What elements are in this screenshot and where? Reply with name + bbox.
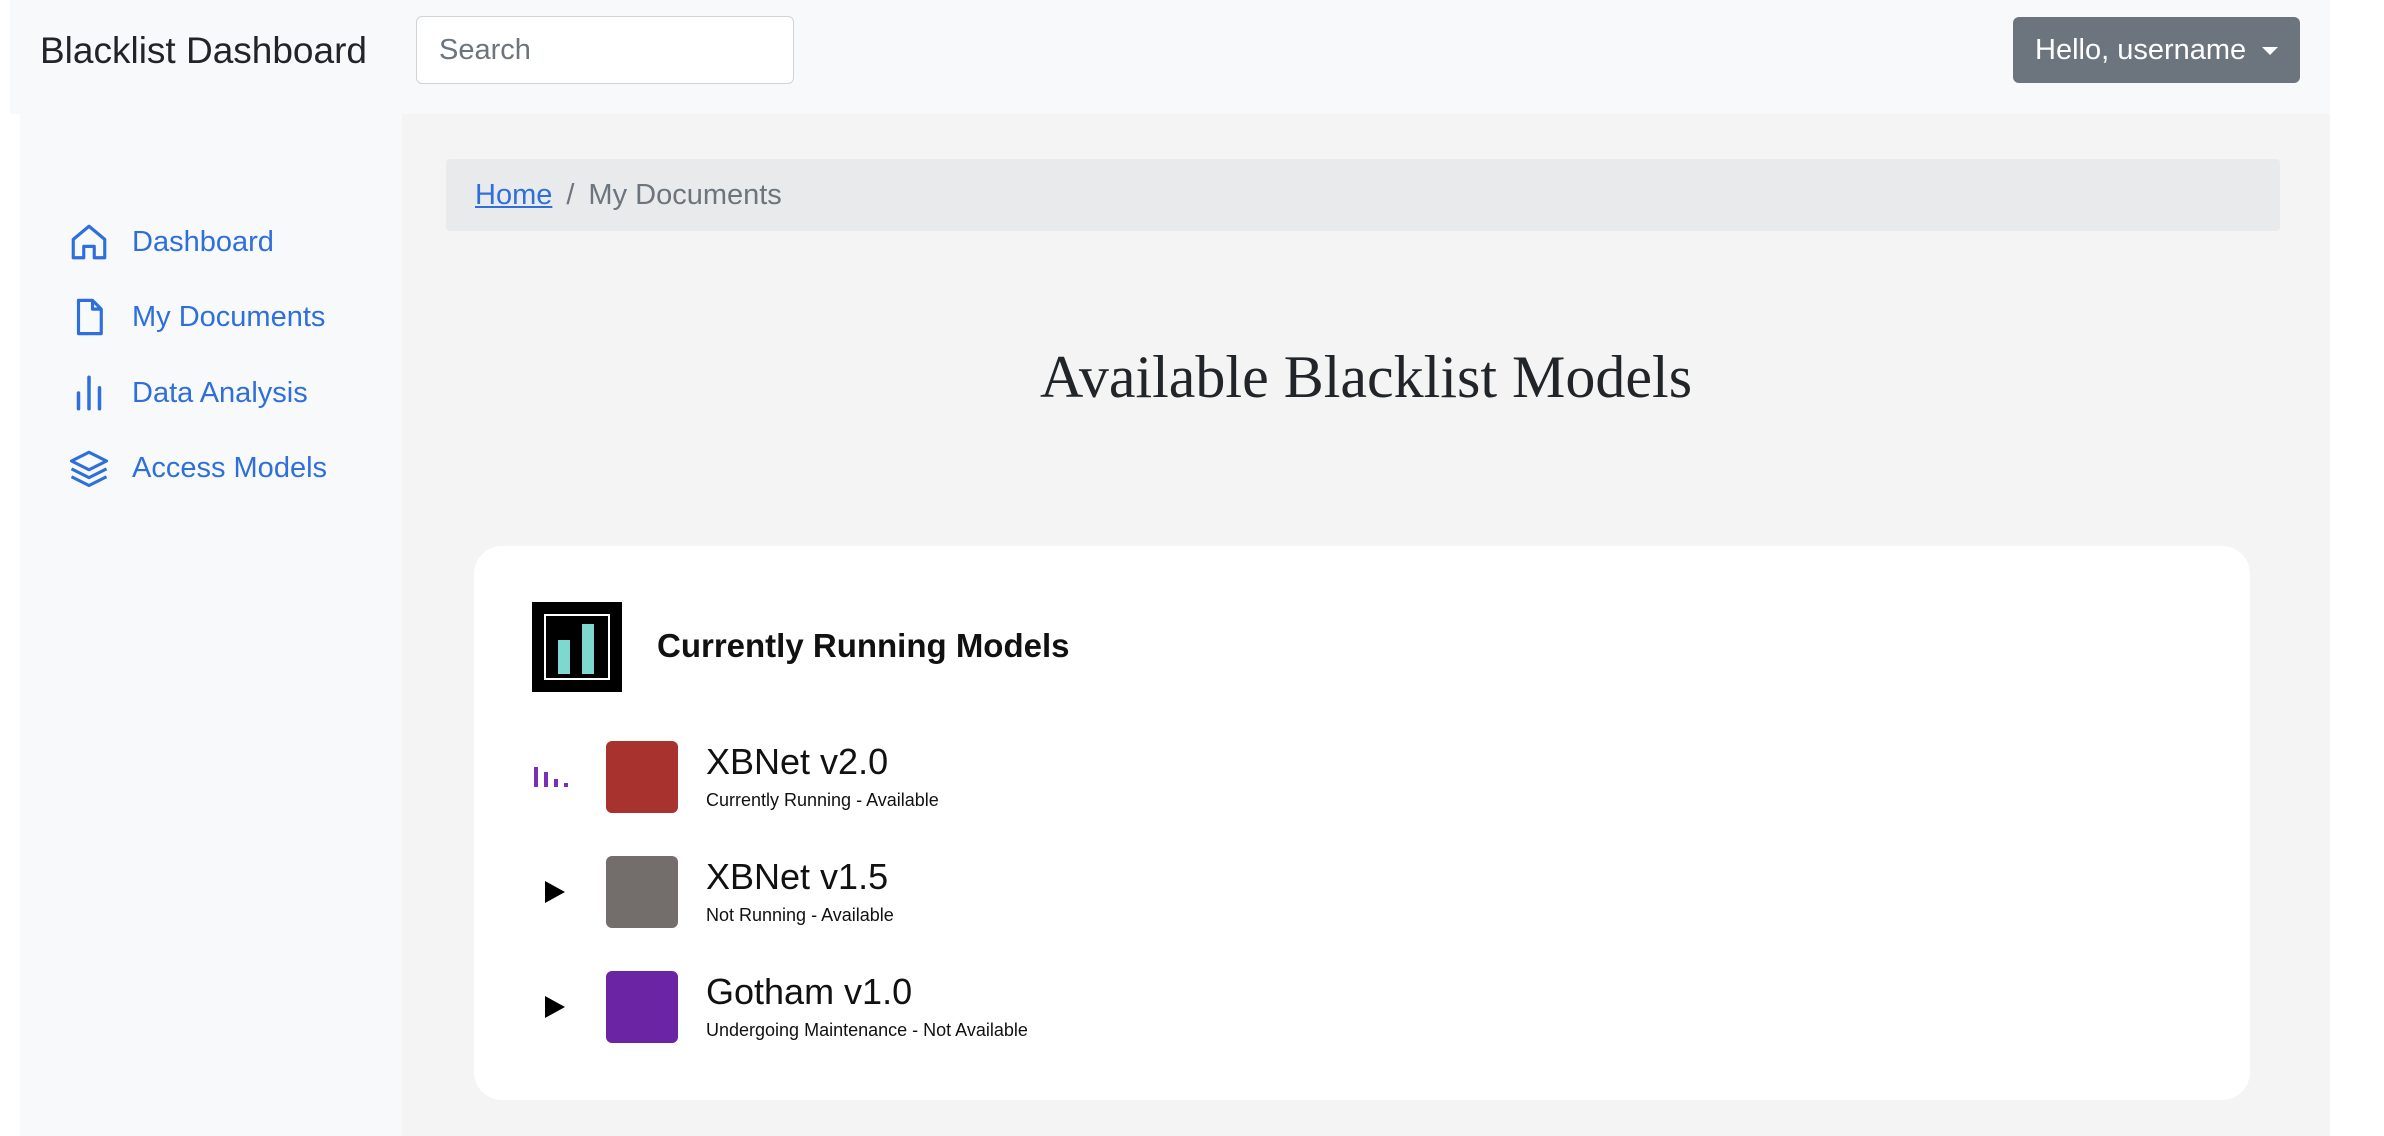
breadcrumb-separator: / [566,179,575,211]
user-menu-button[interactable]: Hello, username [2013,17,2300,83]
sidebar-item-label: Access Models [132,451,328,484]
running-bars-icon[interactable] [532,755,576,799]
breadcrumb-home-link[interactable]: Home [475,179,552,211]
card-title: Currently Running Models [657,627,1070,664]
file-icon [76,298,103,336]
sidebar-item-my-documents[interactable]: My Documents [68,292,325,342]
sidebar-item-label: Dashboard [132,225,274,258]
model-name: XBNet v1.5 [706,856,889,897]
breadcrumb-current: My Documents [588,179,782,211]
house-icon [71,224,107,260]
model-color-swatch [606,971,678,1043]
model-status: Undergoing Maintenance - Not Available [706,1020,1028,1040]
sidebar-item-label: My Documents [132,300,326,333]
search-input[interactable] [416,16,794,84]
running-models-card: Currently Running Models XBNet v2.0 Curr… [474,546,2250,1100]
model-color-swatch [606,741,678,813]
page-title: Available Blacklist Models [1039,344,1693,410]
play-icon[interactable] [532,985,576,1029]
model-status: Currently Running - Available [706,790,939,810]
sidebar: Dashboard My Documents Data Analysis Acc… [20,114,402,1136]
model-status: Not Running - Available [706,905,894,925]
model-name: Gotham v1.0 [706,971,913,1012]
bar-chart-logo-icon [532,602,622,692]
play-icon[interactable] [532,870,576,914]
main-content: Home / My Documents Available Blacklist Mo… [402,114,2330,1136]
top-navbar: Blacklist Dashboard Hello, username [10,0,2330,114]
brand-title[interactable]: Blacklist Dashboard [40,28,367,74]
sidebar-item-data-analysis[interactable]: Data Analysis [68,368,308,418]
layers-icon [69,450,109,488]
caret-down-icon [2262,47,2278,55]
model-name: XBNet v2.0 [706,741,889,782]
model-row[interactable]: Gotham v1.0 Undergoing Maintenance - Not… [532,971,1232,1043]
sidebar-item-label: Data Analysis [132,376,308,409]
model-row[interactable]: XBNet v1.5 Not Running - Available [532,856,1232,928]
user-menu-label: Hello, username [2035,34,2247,66]
model-row[interactable]: XBNet v2.0 Currently Running - Available [532,741,1232,813]
bar-chart-icon [76,375,102,411]
model-color-swatch [606,856,678,928]
sidebar-item-access-models[interactable]: Access Models [68,443,327,493]
sidebar-item-dashboard[interactable]: Dashboard [68,217,274,267]
breadcrumb: Home / My Documents [446,159,2280,231]
